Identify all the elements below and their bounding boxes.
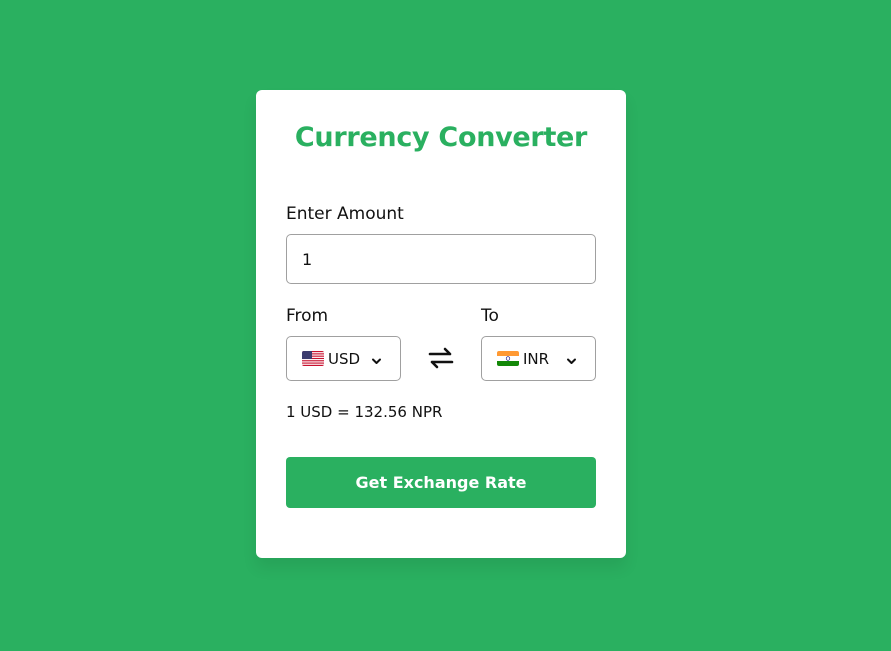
swap-arrows-icon[interactable] — [426, 344, 456, 372]
from-currency-code: USD — [328, 349, 361, 368]
chevron-down-icon — [371, 352, 382, 371]
from-label: From — [286, 306, 329, 326]
amount-label: Enter Amount — [286, 204, 404, 224]
amount-input[interactable] — [286, 234, 596, 284]
us-flag-icon — [302, 351, 324, 366]
from-currency-select[interactable]: USD — [286, 336, 401, 381]
exchange-rate-result: 1 USD = 132.56 NPR — [286, 403, 443, 421]
chevron-down-icon — [566, 352, 577, 371]
to-label: To — [481, 306, 499, 326]
get-exchange-rate-button[interactable]: Get Exchange Rate — [286, 457, 596, 508]
to-currency-code: INR — [523, 349, 550, 368]
to-currency-select[interactable]: INR — [481, 336, 596, 381]
app-title: Currency Converter — [294, 122, 588, 153]
india-flag-icon — [497, 351, 519, 366]
converter-card: Currency Converter Enter Amount From USD — [256, 90, 626, 558]
